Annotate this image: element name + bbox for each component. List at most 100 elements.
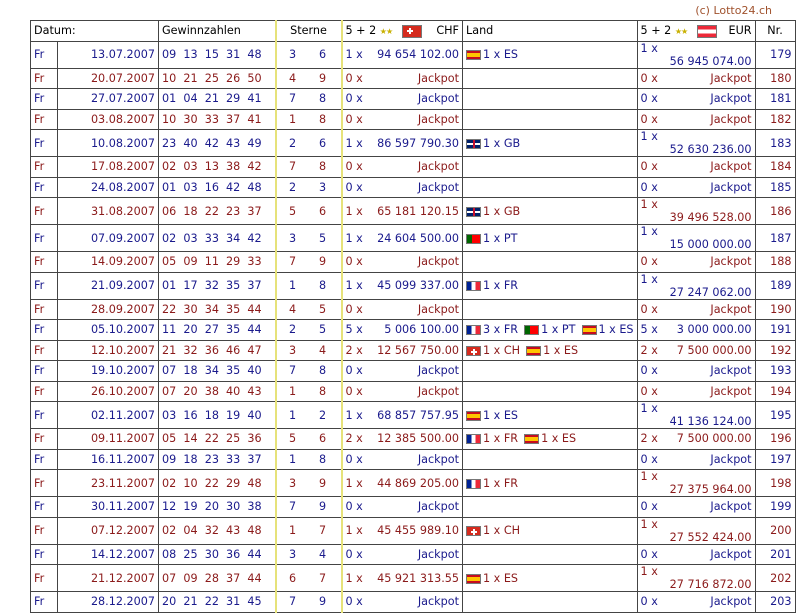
- land-entry: 1 x ES: [466, 409, 518, 422]
- es-flag-icon: [581, 325, 597, 336]
- eu-amount: 27 375 964.00: [669, 483, 752, 496]
- eu-count: 0 x: [640, 384, 658, 398]
- eu-count: 0 x: [640, 92, 658, 106]
- ch-win-cell: 2 x 12 567 750.00: [341, 339, 463, 361]
- numbers-cell: 07 20 38 40 43: [158, 380, 276, 402]
- star-2: 8: [318, 112, 327, 126]
- star-1: 5: [288, 204, 297, 218]
- pt-flag-icon: [466, 233, 481, 244]
- stars-cell: 25: [274, 319, 343, 341]
- swiss-flag-icon: [401, 24, 422, 38]
- star-2: 9: [318, 500, 327, 514]
- numbers-cell: 01 03 16 42 48: [158, 176, 276, 198]
- land-text: 1 x CH: [483, 524, 521, 537]
- star-2: 3: [318, 180, 327, 194]
- numbers-cell: 07 18 34 35 40: [158, 360, 276, 382]
- ch-amount: Jackpot: [417, 302, 459, 316]
- star-1: 4: [288, 71, 297, 85]
- eu-count: 0 x: [640, 71, 658, 85]
- stars-cell: 79: [274, 251, 343, 273]
- nr-cell: 203: [754, 591, 796, 613]
- day-cell: Fr: [30, 448, 58, 470]
- stars-cell: 17: [274, 516, 343, 545]
- eu-amount: Jackpot: [710, 500, 752, 514]
- star-1: 1: [288, 279, 297, 292]
- eu-amount: 27 247 062.00: [669, 285, 752, 299]
- land-text: 3 x FR: [483, 323, 519, 337]
- fr-flag-icon: [466, 325, 481, 336]
- date-cell: 14.09.2007: [57, 251, 159, 273]
- land-entry: 1 x CH: [466, 524, 520, 537]
- land-text: 1 x ES: [543, 343, 579, 357]
- numbers-cell: 05 14 22 25 36: [158, 428, 276, 450]
- day-cell: Fr: [30, 176, 58, 198]
- star-1: 1: [288, 452, 297, 466]
- land-entry: 1 x ES: [581, 323, 634, 336]
- ch-amount: Jackpot: [417, 71, 459, 85]
- star-2: 6: [318, 432, 327, 446]
- day-cell: Fr: [30, 197, 58, 225]
- ch-amount: 44 869 205.00: [377, 476, 459, 490]
- eu-amount: Jackpot: [710, 547, 752, 561]
- eu-amount: Jackpot: [710, 112, 752, 126]
- table-row: Fr 21.09.2007 01 17 32 35 37 18 1 x 45 09…: [30, 271, 796, 300]
- nr-cell: 193: [754, 360, 796, 382]
- ch-count: 1 x: [345, 231, 363, 245]
- eu-count: 1 x: [640, 565, 658, 578]
- ch-win-cell: 0 x Jackpot: [341, 176, 463, 198]
- ch-win-cell: 0 x Jackpot: [341, 88, 463, 110]
- ch-amount: 12 567 750.00: [377, 343, 459, 357]
- ch-count: 1 x: [345, 571, 363, 585]
- nr-cell: 194: [754, 380, 796, 402]
- land-cell: 1 x GB: [462, 197, 638, 225]
- eu-amount: Jackpot: [710, 180, 752, 194]
- eu-amount: Jackpot: [710, 595, 752, 609]
- ch-win-cell: 0 x Jackpot: [341, 251, 463, 273]
- stars-cell: 56: [274, 197, 343, 225]
- table-row: Fr 07.12.2007 02 04 32 43 48 17 1 x 45 45…: [30, 516, 796, 545]
- eu-amount: 27 716 872.00: [669, 578, 752, 591]
- star-2: 9: [318, 71, 327, 85]
- ch-count: 1 x: [345, 476, 363, 490]
- eu-win-cell: 0 x Jackpot: [636, 251, 756, 273]
- ch-count: 1 x: [345, 279, 363, 292]
- date-cell: 05.10.2007: [57, 319, 159, 341]
- eu-amount: Jackpot: [710, 255, 752, 269]
- header-ch-currency: CHF: [436, 24, 459, 37]
- star-2: 8: [318, 92, 327, 106]
- day-cell: Fr: [30, 360, 58, 382]
- eu-count: 1 x: [640, 41, 658, 55]
- nr-cell: 201: [754, 543, 796, 565]
- stars-icon: ★★: [674, 27, 688, 36]
- star-1: 1: [288, 408, 297, 422]
- star-1: 3: [288, 547, 297, 561]
- nr-cell: 192: [754, 339, 796, 361]
- eu-amount: 39 496 528.00: [669, 211, 752, 224]
- date-cell: 16.11.2007: [57, 448, 159, 470]
- day-cell: Fr: [30, 40, 58, 69]
- ch-win-cell: 1 x 44 869 205.00: [341, 469, 463, 497]
- ch-count: 1 x: [345, 48, 363, 61]
- day-cell: Fr: [30, 67, 58, 89]
- day-cell: Fr: [30, 319, 58, 341]
- stars-cell: 79: [274, 591, 343, 613]
- land-text: 1 x GB: [483, 136, 521, 150]
- land-cell: 1 x ES: [462, 564, 638, 592]
- stars-cell: 36: [274, 40, 343, 69]
- star-2: 9: [318, 595, 327, 609]
- eu-win-cell: 1 x 41 136 124.00: [636, 401, 756, 429]
- ch-amount: Jackpot: [417, 112, 459, 126]
- eu-count: 1 x: [640, 272, 658, 286]
- eu-win-cell: 1 x 27 716 872.00: [636, 564, 756, 592]
- numbers-cell: 22 30 34 35 44: [158, 298, 276, 320]
- ch-win-cell: 0 x Jackpot: [341, 156, 463, 178]
- ch-amount: Jackpot: [417, 255, 459, 269]
- ch-count: 0 x: [345, 452, 363, 466]
- header-ch-prefix: 5 + 2: [345, 24, 377, 37]
- ch-amount: 65 181 120.15: [377, 204, 459, 218]
- stars-cell: 45: [274, 298, 343, 320]
- ch-count: 0 x: [345, 112, 363, 126]
- stars-cell: 34: [274, 339, 343, 361]
- date-cell: 28.09.2007: [57, 298, 159, 320]
- table-row: Fr 30.11.2007 12 19 20 30 38 79 0 x Jackp…: [30, 496, 796, 518]
